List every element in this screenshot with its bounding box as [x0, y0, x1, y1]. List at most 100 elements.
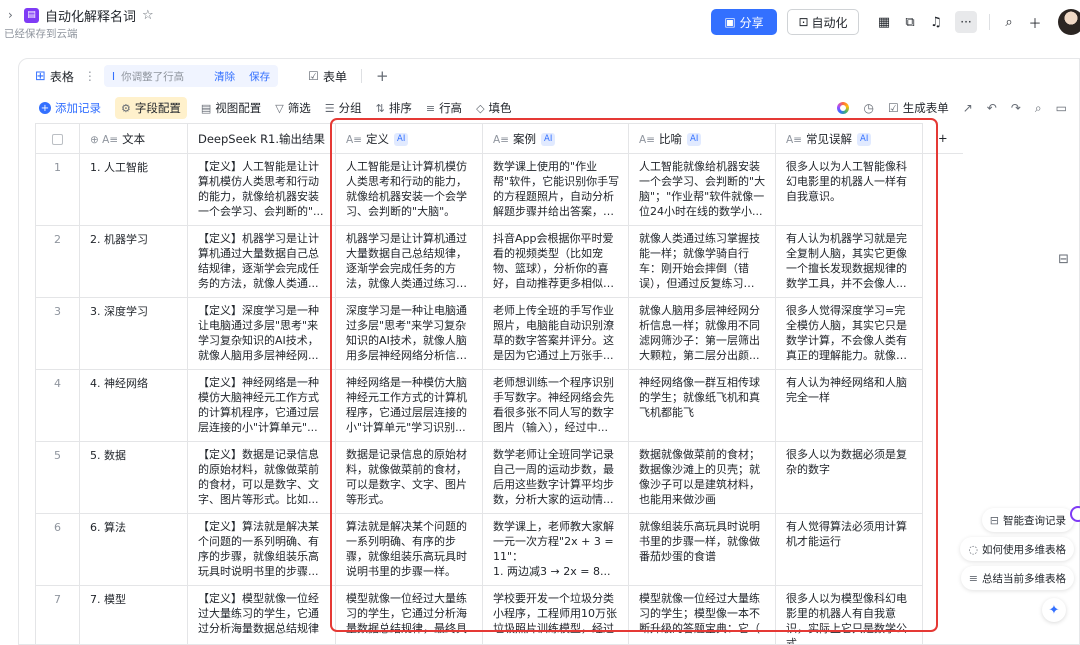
output-cell[interactable]: 【定义】人工智能是让计算机模仿人类思考和行动的能力，就像给机器安装一个会学习、会… [186, 153, 337, 226]
row-number[interactable]: 3 [35, 297, 80, 370]
row-number[interactable]: 4 [35, 369, 80, 442]
row-number[interactable]: 1 [35, 153, 80, 226]
history-icon[interactable]: ◷ [863, 101, 873, 115]
misconception-cell[interactable]: 有人觉得算法必须用计算机才能运行 [775, 513, 924, 586]
table-row[interactable]: 3 3. 深度学习 【定义】深度学习是一种让电脑通过多层"思考"来学习复杂知识的AI… [35, 297, 963, 370]
row-number[interactable]: 6 [35, 513, 80, 586]
metaphor-cell[interactable]: 模型就像一位经过大量练习的学生；模型像一本不断升级的答题宝典：它（ [628, 585, 777, 644]
output-cell[interactable]: 【定义】模型就像一位经过大量练习的学生，它通过分析海量数据总结规律 [186, 585, 337, 644]
fill-color-button[interactable]: ◇ 填色 [476, 97, 511, 119]
output-cell[interactable]: 【定义】算法就是解决某个问题的一系列明确、有序的步骤，就像组装乐高玩具时说明书里… [186, 513, 337, 586]
metaphor-cell[interactable]: 神经网络像一群互相传球的学生；就像纸飞机和真飞机都能飞 [628, 369, 777, 442]
column-header-misconception[interactable]: A≡ 常见误解 AI [775, 123, 924, 154]
column-header-definition[interactable]: A≡ 定义 AI [335, 123, 484, 154]
tab-table[interactable]: ⊞ 表格 [35, 68, 74, 85]
term-cell[interactable]: 2. 机器学习 [79, 225, 188, 298]
add-view-icon[interactable]: + [376, 67, 389, 85]
output-cell[interactable]: 【定义】机器学习是让计算机通过大量数据自己总结规律，逐渐学会完成任务的方法，就像… [186, 225, 337, 298]
definition-cell[interactable]: 算法就是解决某个问题的一系列明确、有序的步骤，就像组装乐高玩具时说明书里的步骤一… [335, 513, 484, 586]
table-row[interactable]: 2 2. 机器学习 【定义】机器学习是让计算机通过大量数据自己总结规律，逐渐学会完成… [35, 225, 963, 298]
row-number[interactable]: 7 [35, 585, 80, 644]
misconception-cell[interactable]: 很多人以为数据必须是复杂的数字 [775, 441, 924, 514]
column-header-metaphor[interactable]: A≡ 比喻 AI [628, 123, 777, 154]
table-row[interactable]: 5 5. 数据 【定义】数据是记录信息的原始材料，就像做菜前的食材，可以是数字、文字… [35, 441, 963, 514]
select-all-checkbox[interactable] [35, 123, 80, 154]
metaphor-cell[interactable]: 人工智能就像给机器安装一个会学习、会判断的"大脑"；"作业帮"软件就像一位24小… [628, 153, 777, 226]
term-cell[interactable]: 6. 算法 [79, 513, 188, 586]
avatar[interactable] [1058, 9, 1080, 35]
table-row[interactable]: 4 4. 神经网络 【定义】神经网络是一种模仿大脑神经元工作方式的计算机程序，它通过… [35, 369, 963, 442]
column-header-example[interactable]: A≡ 案例 AI [482, 123, 630, 154]
misconception-cell[interactable]: 很多人觉得深度学习=完全模仿人脑，其实它只是数学计算，不会像人类有真正的理解能力… [775, 297, 924, 370]
more-icon[interactable]: ··· [955, 11, 977, 33]
misconception-cell[interactable]: 有人认为神经网络和人脑完全一样 [775, 369, 924, 442]
column-header-text[interactable]: ⊕ A≡ 文本 [79, 123, 188, 154]
tab-form[interactable]: ☑ 表单 [308, 68, 347, 85]
ai-ring-icon[interactable] [837, 102, 850, 114]
metaphor-cell[interactable]: 数据就像做菜前的食材；数据像沙滩上的贝壳；就像沙子可以是建筑材料，也能用来做沙画 [628, 441, 777, 514]
field-config-button[interactable]: ⚙ 字段配置 [115, 97, 187, 119]
definition-cell[interactable]: 数据是记录信息的原始材料，就像做菜前的食材，可以是数字、文字、图片等形式。 [335, 441, 484, 514]
generate-form-button[interactable]: ☑ 生成表单 [888, 100, 949, 116]
chevron-right-icon[interactable]: › [8, 8, 18, 22]
add-record-button[interactable]: + 添加记录 [39, 97, 101, 119]
row-number[interactable]: 2 [35, 225, 80, 298]
bell-icon[interactable]: ♫ [923, 9, 949, 35]
sort-button[interactable]: ⇅ 排序 [376, 97, 412, 119]
search-icon[interactable]: ⌕ [996, 9, 1022, 35]
sparkle-icon[interactable]: ✦ [1042, 598, 1066, 622]
undo-icon[interactable]: ↶ [987, 101, 997, 115]
output-cell[interactable]: 【定义】深度学习是一种让电脑通过多层"思考"来学习复杂知识的AI技术，就像人脑用… [186, 297, 337, 370]
row-number[interactable]: 5 [35, 441, 80, 514]
automation-button[interactable]: ⊡ 自动化 [787, 9, 859, 35]
output-cell[interactable]: 【定义】神经网络是一种模仿大脑神经元工作方式的计算机程序，它通过层层连接的小"计… [186, 369, 337, 442]
output-cell[interactable]: 【定义】数据是记录信息的原始材料，就像做菜前的食材，可以是数字、文字、图片等形式… [186, 441, 337, 514]
misconception-cell[interactable]: 很多人以为模型像科幻电影里的机器人有自我意识，实际上它只是数学公式 [775, 585, 924, 644]
example-cell[interactable]: 抖音App会根据你平时爱看的视频类型（比如宠物、篮球），分析你的喜好，自动推荐更… [482, 225, 630, 298]
view-config-button[interactable]: ▤ 视图配置 [201, 97, 261, 119]
filter-button[interactable]: ▽ 筛选 [275, 97, 310, 119]
definition-cell[interactable]: 深度学习是一种让电脑通过多层"思考"来学习复杂知识的AI技术，就像人脑用多层神经… [335, 297, 484, 370]
definition-cell[interactable]: 人工智能是让计算机模仿人类思考和行动的能力，就像给机器安装一个会学习、会判断的"… [335, 153, 484, 226]
metaphor-cell[interactable]: 就像组装乐高玩具时说明书里的步骤一样，就像做番茄炒蛋的食谱 [628, 513, 777, 586]
assistant-edge-icon[interactable] [1070, 506, 1080, 522]
metaphor-cell[interactable]: 就像人类通过练习掌握技能一样；就像学骑自行车：刚开始会摔倒（错误），但通过反复练… [628, 225, 777, 298]
metaphor-cell[interactable]: 就像人脑用多层神经网分析信息一样；就像用不同滤网筛沙子：第一层筛出大颗粒，第二层… [628, 297, 777, 370]
redo-icon[interactable]: ↷ [1011, 101, 1021, 115]
add-column-button[interactable]: + [922, 123, 963, 154]
example-cell[interactable]: 老师想训练一个程序识别手写数字。神经网络会先看很多张不同人写的数字图片（输入），… [482, 369, 630, 442]
share-button[interactable]: ▣ 分享 [711, 9, 777, 35]
term-cell[interactable]: 7. 模型 [79, 585, 188, 644]
misconception-cell[interactable]: 有人认为机器学习就是完全复制人脑，其实它更像一个擅长发现数据规律的数学工具，并不… [775, 225, 924, 298]
table-row[interactable]: 6 6. 算法 【定义】算法就是解决某个问题的一系列明确、有序的步骤，就像组装乐高玩… [35, 513, 963, 586]
example-cell[interactable]: 数学课上使用的"作业帮"软件，它能识别你手写的方程题照片，自动分析解题步骤并给出… [482, 153, 630, 226]
group-button[interactable]: ☰ 分组 [325, 97, 362, 119]
term-cell[interactable]: 4. 神经网络 [79, 369, 188, 442]
document-icon[interactable]: ▦ [871, 9, 897, 35]
misconception-cell[interactable]: 很多人以为人工智能像科幻电影里的机器人一样有自我意识。 [775, 153, 924, 226]
table-row[interactable]: 7 7. 模型 【定义】模型就像一位经过大量练习的学生，它通过分析海量数据总结规律模… [35, 585, 963, 644]
example-cell[interactable]: 数学课上，老师教大家解一元一次方程"2x + 3 = 11"： 1. 两边减3 … [482, 513, 630, 586]
search-records-icon[interactable]: ⌕ [1035, 101, 1042, 116]
comment-icon[interactable]: ▭ [1056, 101, 1067, 115]
plus-icon[interactable]: ＋ [1022, 9, 1048, 35]
row-height-button[interactable]: ≡ 行高 [426, 97, 462, 119]
definition-cell[interactable]: 神经网络是一种模仿大脑神经元工作方式的计算机程序，它通过层层连接的小"计算单元"… [335, 369, 484, 442]
checkbox[interactable] [52, 133, 63, 145]
how-to-use-button[interactable]: ◌ 如何使用多维表格 [960, 537, 1074, 561]
example-cell[interactable]: 数学老师让全班同学记录自己一周的运动步数，最后用这些数字计算平均步数，分析大家的… [482, 441, 630, 514]
term-cell[interactable]: 5. 数据 [79, 441, 188, 514]
share-arrow-icon[interactable]: ↗ [963, 101, 973, 115]
smart-query-button[interactable]: ⊟ 智能查询记录 [981, 508, 1074, 532]
doc-title[interactable]: 自动化解释名词 [45, 6, 136, 25]
definition-cell[interactable]: 机器学习是让计算机通过大量数据自己总结规律，逐渐学会完成任务的方法，就像人类通过… [335, 225, 484, 298]
term-cell[interactable]: 3. 深度学习 [79, 297, 188, 370]
star-icon[interactable]: ☆ [142, 8, 154, 23]
tab-more-icon[interactable]: ⋮ [84, 69, 96, 83]
term-cell[interactable]: 1. 人工智能 [79, 153, 188, 226]
definition-cell[interactable]: 模型就像一位经过大量练习的学生，它通过分析海量数据总结规律，最终具 [335, 585, 484, 644]
column-header-output[interactable]: DeepSeek R1.输出结果 [186, 123, 337, 154]
summarize-button[interactable]: ≡ 总结当前多维表格 [960, 566, 1074, 590]
example-cell[interactable]: 学校要开发一个垃圾分类小程序，工程师用10万张垃圾照片训练模型，经过 [482, 585, 630, 644]
clear-button[interactable]: 清除 [214, 69, 235, 84]
